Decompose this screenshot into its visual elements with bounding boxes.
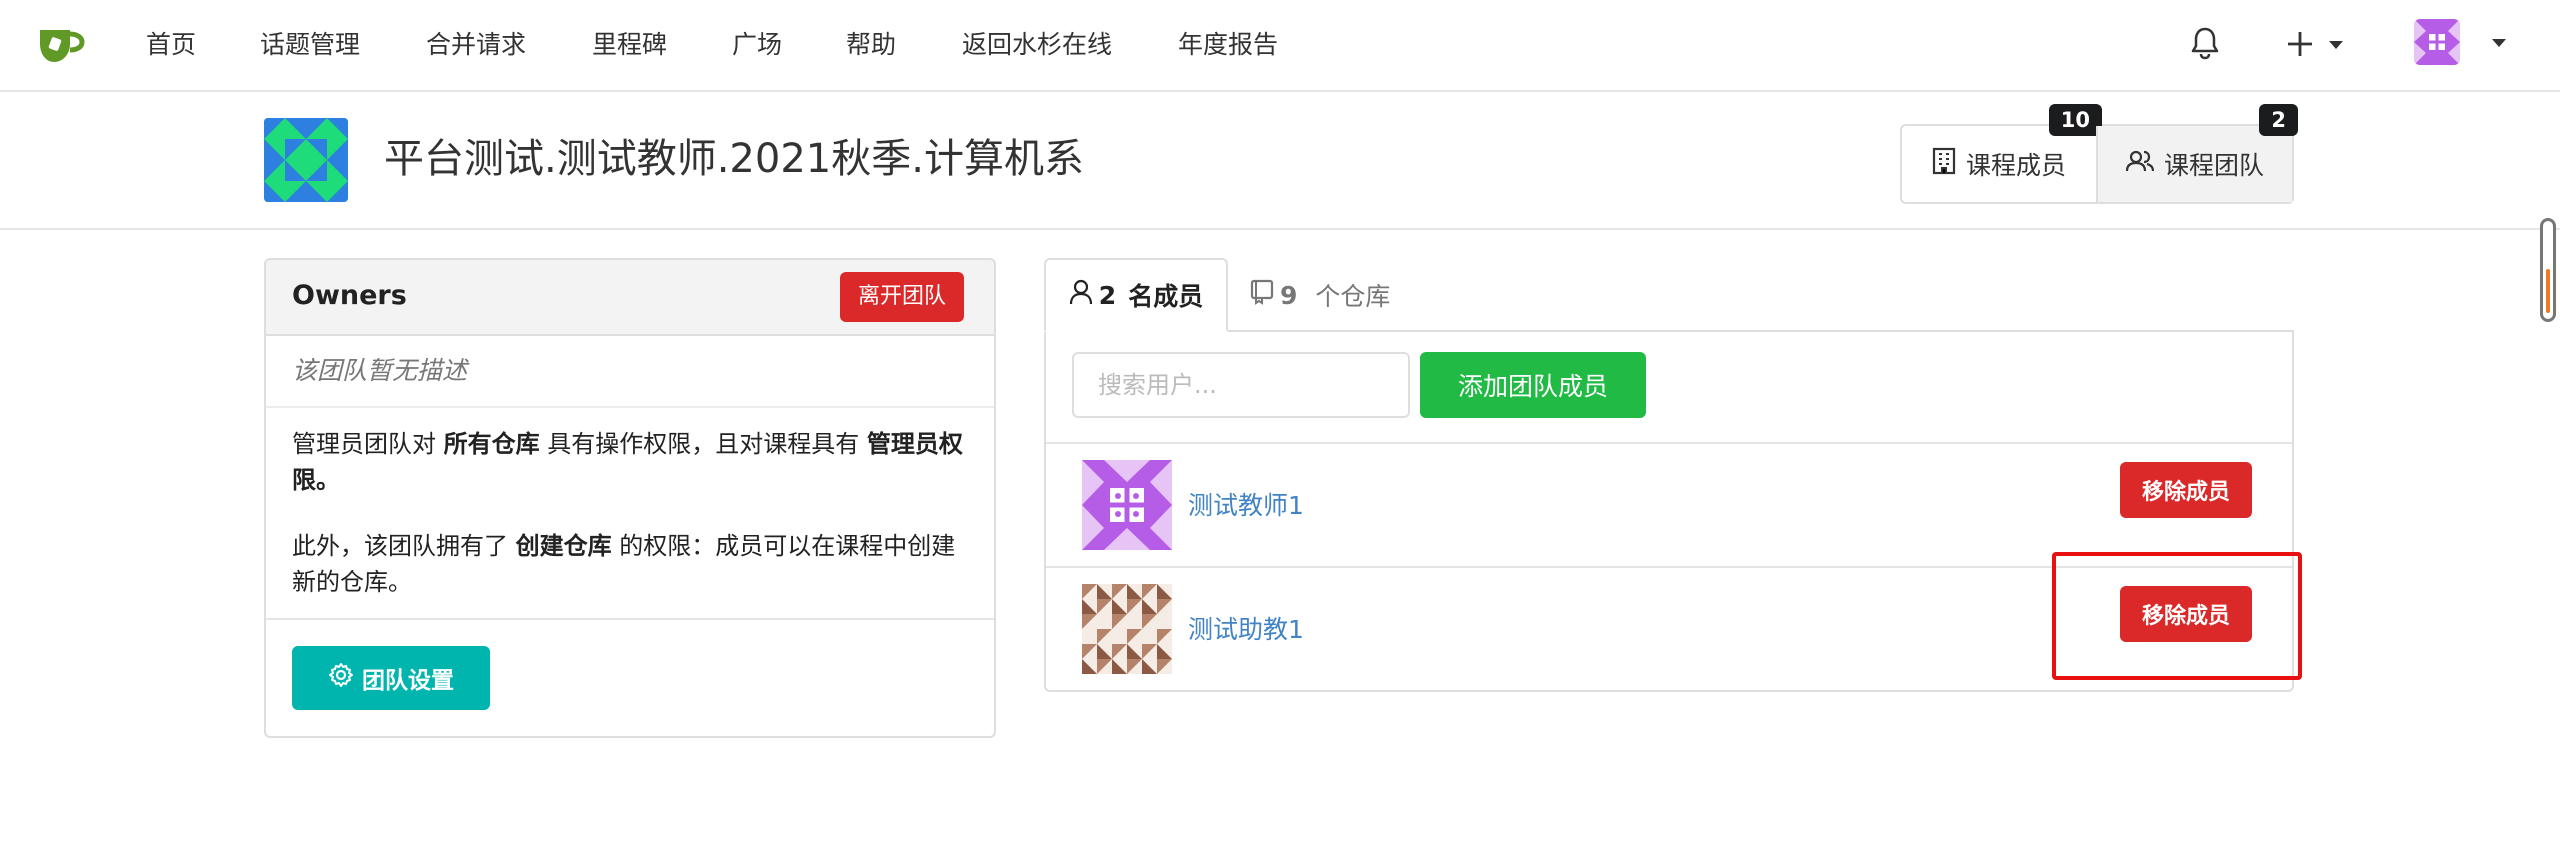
team-description: 该团队暂无描述: [266, 336, 994, 408]
course-teams-count-badge: 2: [2259, 104, 2298, 136]
leave-team-button[interactable]: 离开团队: [839, 272, 964, 322]
course-members-count-badge: 10: [2048, 104, 2102, 136]
nav-home[interactable]: 首页: [146, 26, 196, 64]
create-dropdown-chevron-down-icon[interactable]: [2329, 41, 2343, 49]
nav-pull-requests[interactable]: 合并请求: [426, 26, 526, 64]
team-settings-label: 团队设置: [362, 668, 454, 694]
page-scrollbar[interactable]: [2540, 218, 2556, 322]
nav-issues[interactable]: 话题管理: [260, 26, 360, 64]
org-tabs: 课程成员 10 课程团队 2: [1900, 104, 2298, 204]
team-admin-permission-text: 管理员团队对 所有仓库 具有操作权限，且对课程具有 管理员权限。: [292, 430, 963, 494]
bell-icon[interactable]: [2190, 26, 2220, 64]
tab-course-members-label: 课程成员: [1965, 151, 2066, 180]
add-team-member-button[interactable]: 添加团队成员: [1420, 352, 1646, 418]
member-name-link[interactable]: 测试助教1: [1188, 610, 1304, 646]
remove-member-button[interactable]: 移除成员: [2120, 586, 2252, 642]
nav-annual-report[interactable]: 年度报告: [1178, 26, 1278, 64]
tab-course-teams[interactable]: 课程团队 2: [2096, 104, 2298, 202]
members-count: 2: [1098, 280, 1117, 310]
nav-explore[interactable]: 广场: [732, 26, 782, 64]
search-user-input[interactable]: [1072, 352, 1410, 418]
nav-milestones[interactable]: 里程碑: [592, 26, 667, 64]
user-menu-chevron-down-icon[interactable]: [2492, 39, 2506, 47]
team-create-repo-permission-text: 此外，该团队拥有了 创建仓库 的权限：成员可以在课程中创建新的仓库。: [292, 532, 956, 596]
member-avatar[interactable]: [1082, 584, 1172, 674]
team-name: Owners: [292, 280, 407, 311]
team-info-card: Owners 离开团队 该团队暂无描述 管理员团队对 所有仓库 具有操作权限，且…: [264, 258, 996, 738]
people-icon: [2125, 149, 2155, 179]
team-permissions: 管理员团队对 所有仓库 具有操作权限，且对课程具有 管理员权限。 此外，该团队拥…: [266, 408, 994, 620]
repo-icon: [1250, 279, 1274, 311]
gear-icon: [328, 662, 354, 694]
member-avatar[interactable]: [1082, 460, 1172, 550]
tab-course-members[interactable]: 课程成员 10: [1902, 104, 2102, 202]
repos-tab-label: 个仓库: [1315, 282, 1391, 311]
top-navbar: 首页 话题管理 合并请求 里程碑 广场 帮助 返回水杉在线 年度报告: [0, 0, 2560, 92]
plus-icon[interactable]: [2286, 30, 2314, 62]
members-tab-label: 名成员: [1128, 282, 1204, 311]
tab-course-teams-label: 课程团队: [2163, 151, 2264, 180]
building-icon: [1932, 147, 1956, 181]
gitea-logo-icon[interactable]: [36, 22, 90, 68]
scrollbar-thumb[interactable]: [2546, 269, 2550, 313]
repos-count: 9: [1280, 280, 1298, 310]
tab-repositories[interactable]: 9 个仓库: [1250, 258, 1390, 332]
members-panel: 添加团队成员 测试教师1 移除成员: [1044, 330, 2294, 692]
org-avatar: [264, 118, 348, 202]
remove-member-button[interactable]: 移除成员: [2120, 462, 2252, 518]
tab-members[interactable]: 2 名成员: [1044, 258, 1228, 332]
nav-help[interactable]: 帮助: [846, 26, 896, 64]
user-avatar[interactable]: [2414, 19, 2460, 65]
user-icon: [1069, 279, 1093, 311]
member-name-link[interactable]: 测试教师1: [1188, 486, 1304, 522]
member-row: 测试助教1 移除成员: [1046, 566, 2292, 690]
member-row: 测试教师1 移除成员: [1046, 442, 2292, 566]
team-settings-button[interactable]: 团队设置: [292, 646, 490, 710]
nav-back-online[interactable]: 返回水杉在线: [962, 26, 1112, 64]
page-title: 平台测试.测试教师.2021秋季.计算机系: [384, 136, 1084, 182]
team-card-header: Owners 离开团队: [266, 260, 994, 336]
